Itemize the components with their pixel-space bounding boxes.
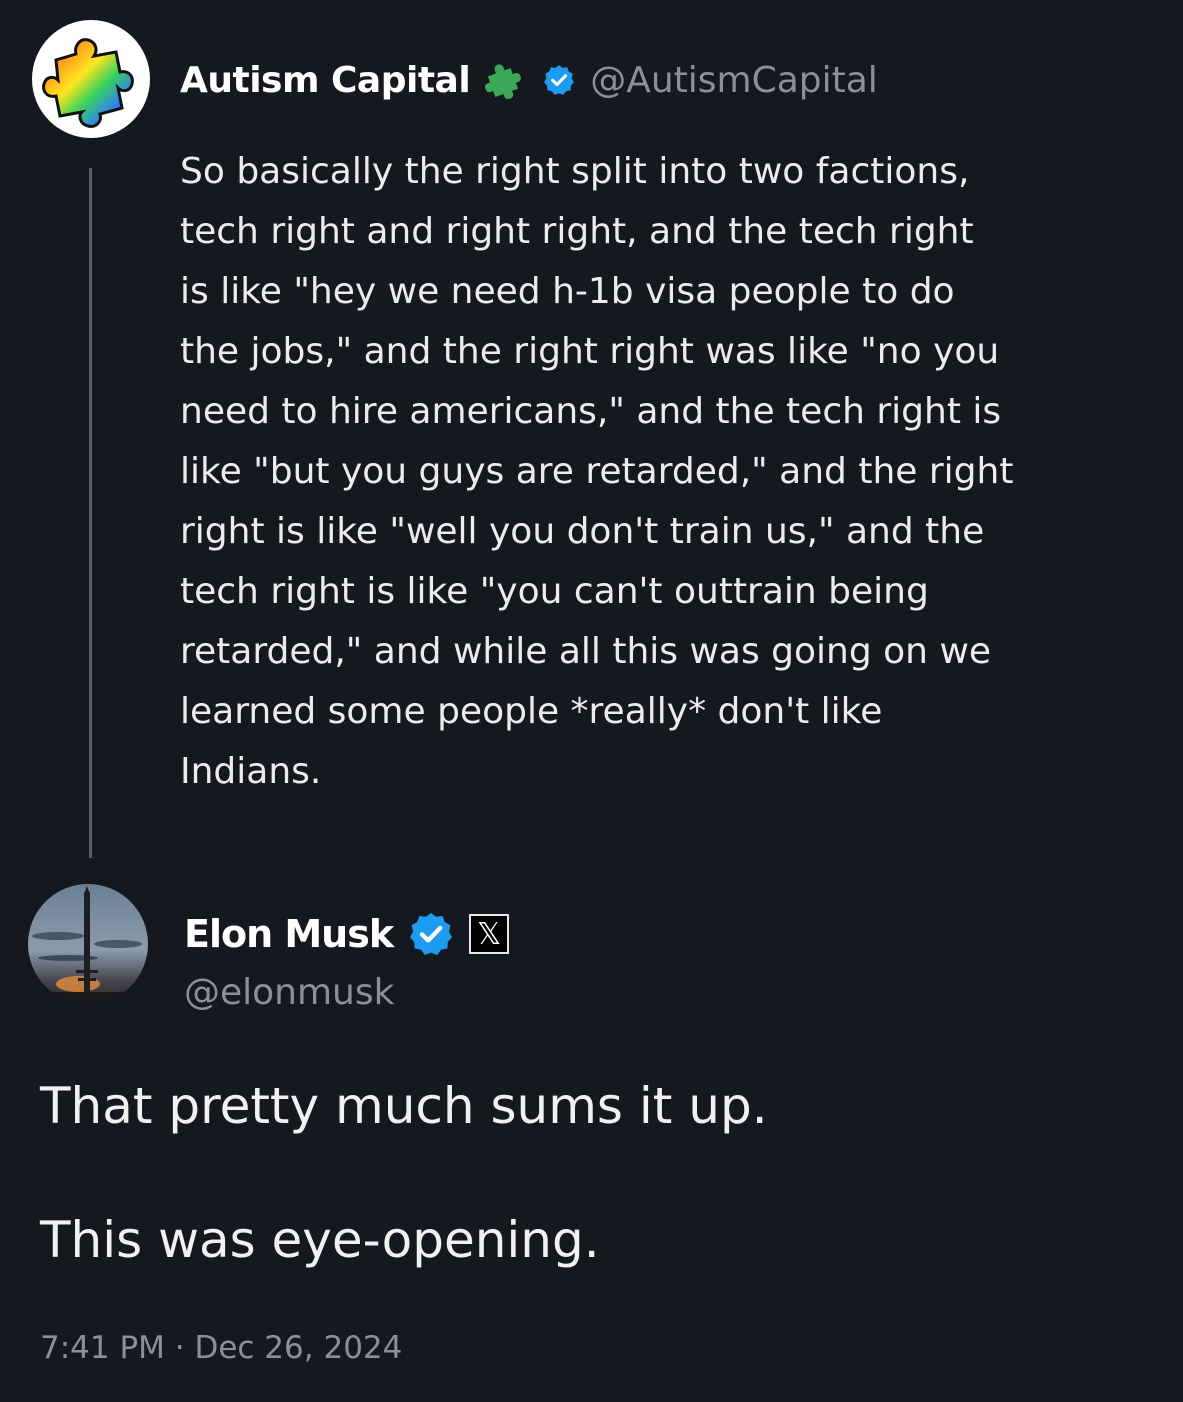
verified-badge-icon: [544, 65, 575, 95]
quoted-author-name[interactable]: Autism Capital: [180, 60, 471, 101]
main-tweet-header: Elon Musk 𝕏: [184, 902, 510, 966]
tweet-paragraph: That pretty much sums it up.: [40, 1077, 768, 1135]
verified-badge-icon: [410, 913, 453, 955]
main-tweet-text: That pretty much sums it up. This was ey…: [40, 1070, 1140, 1276]
quoted-tweet-text: So basically the right split into two fa…: [180, 151, 1014, 792]
rainbow-puzzle-icon: [42, 38, 134, 128]
tweet-paragraph: This was eye-opening.: [40, 1211, 600, 1269]
main-author-name[interactable]: Elon Musk: [184, 912, 394, 956]
autism-capital-avatar[interactable]: [32, 20, 150, 138]
quoted-author-handle[interactable]: @AutismCapital: [590, 60, 878, 101]
x-affiliate-icon[interactable]: 𝕏: [469, 914, 510, 954]
elon-musk-avatar[interactable]: [28, 884, 148, 1004]
thread-connector-line: [89, 168, 92, 858]
puzzle-piece-icon: [485, 64, 522, 100]
quoted-tweet-header: Autism Capital @AutismCapital: [180, 52, 878, 108]
rocket-launch-avatar-icon: [28, 884, 148, 1004]
main-author-handle[interactable]: @elonmusk: [184, 972, 394, 1013]
tweet-timestamp[interactable]: 7:41 PM · Dec 26, 2024: [40, 1330, 402, 1366]
